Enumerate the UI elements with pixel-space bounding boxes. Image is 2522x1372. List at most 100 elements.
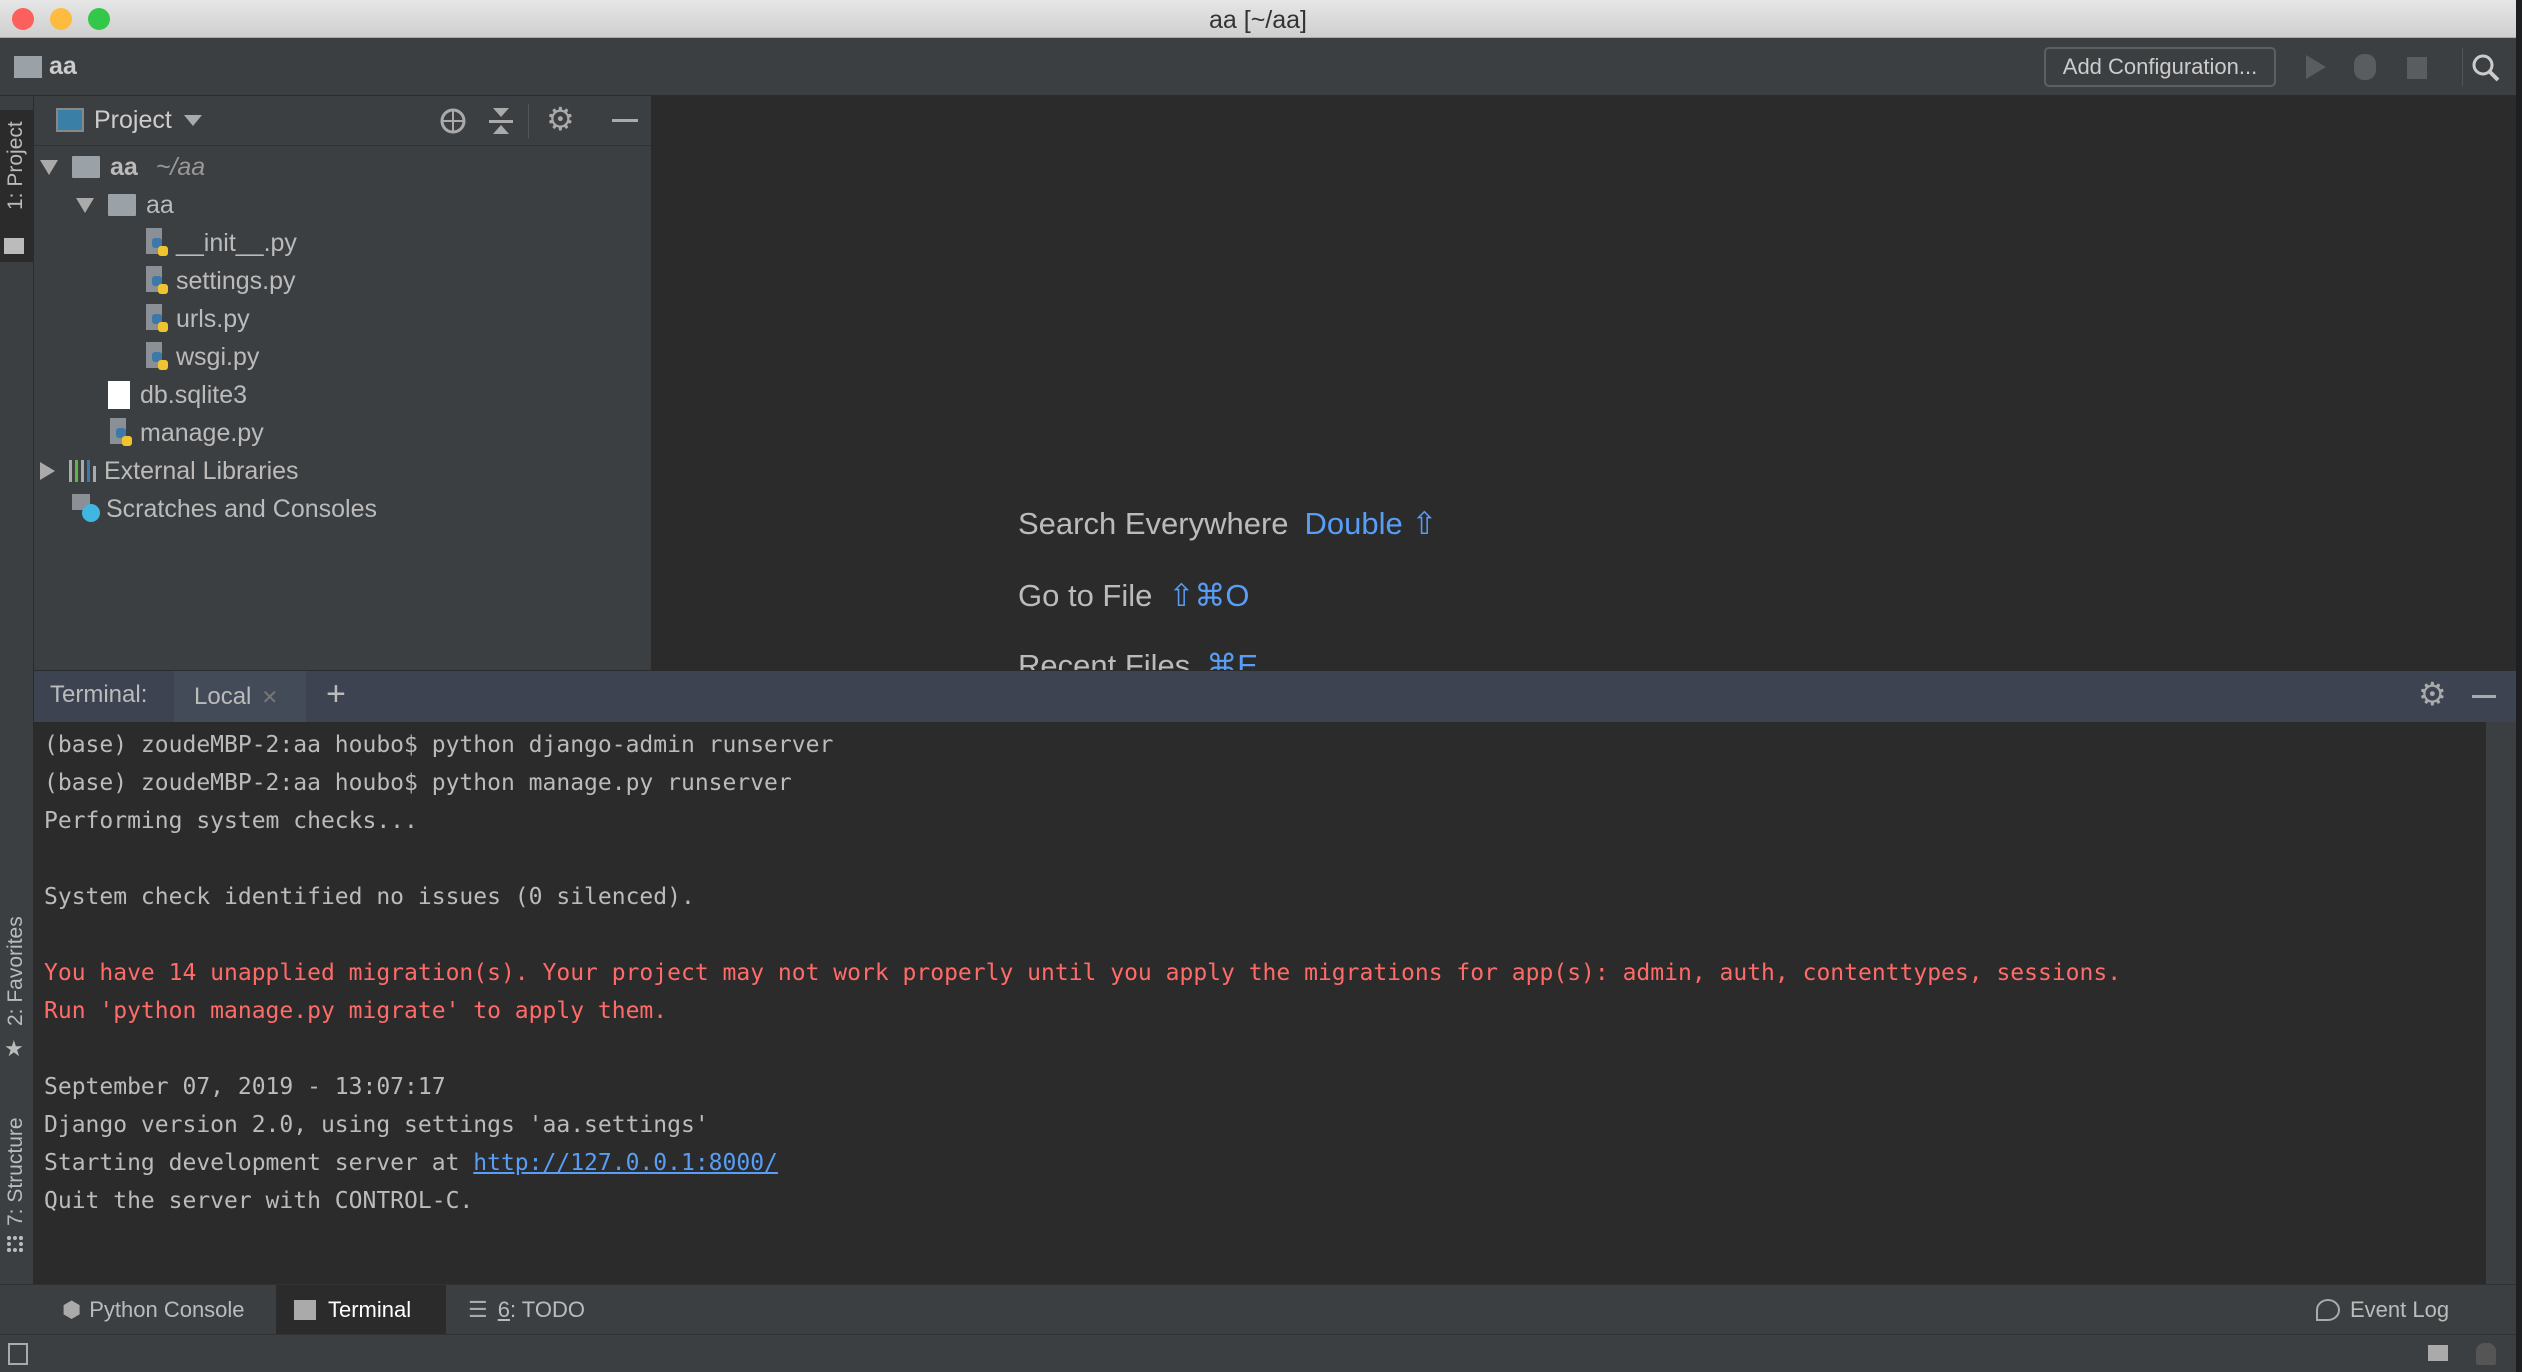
todo-tab[interactable]: ☰ 6: TODO	[450, 1285, 603, 1335]
folder-icon	[72, 156, 100, 178]
tree-item-label: __init__.py	[176, 228, 297, 257]
expand-arrow-icon[interactable]	[76, 197, 94, 213]
terminal-line-text: (base) zoudeMBP-2:aa houbo$ python djang…	[44, 732, 834, 758]
terminal-line-text: (base) zoudeMBP-2:aa houbo$ python manag…	[44, 770, 792, 796]
tree-item-label: aa	[110, 152, 138, 181]
terminal-line: Performing system checks...	[44, 802, 418, 840]
tree-item[interactable]: Scratches and Consoles	[40, 490, 377, 528]
expand-arrow-icon[interactable]	[40, 159, 58, 175]
project-view-icon	[56, 108, 84, 132]
python-file-icon	[144, 266, 170, 296]
terminal-icon	[294, 1300, 316, 1320]
stop-icon[interactable]	[2407, 57, 2427, 79]
project-view-dropdown[interactable]: Project	[94, 106, 202, 135]
hide-terminal-icon[interactable]	[2472, 695, 2496, 698]
collapse-all-icon[interactable]	[488, 106, 514, 136]
terminal-line: System check identified no issues (0 sil…	[44, 878, 695, 916]
tree-item-label: settings.py	[176, 266, 296, 295]
terminal-tab-bar: Terminal: Local ✕ + ⚙	[34, 670, 2516, 723]
tree-item[interactable]: manage.py	[76, 414, 264, 452]
todo-mnemonic: 6	[497, 1297, 510, 1322]
terminal-line: Django version 2.0, using settings 'aa.s…	[44, 1106, 709, 1144]
hint-label: Search Everywhere	[1018, 506, 1289, 541]
tab-local-label: Local	[194, 683, 252, 710]
tree-item-label: db.sqlite3	[140, 380, 248, 409]
tree-item-label: aa	[146, 190, 174, 219]
favorites-tool-button[interactable]: 2: Favorites ★	[0, 906, 33, 1076]
server-url-link[interactable]: http://127.0.0.1:8000/	[473, 1150, 778, 1176]
hint-search-everywhere: Search Everywhere Double ⇧	[1018, 506, 1437, 542]
speech-bubble-icon	[2316, 1299, 2340, 1321]
event-log-label: Event Log	[2350, 1297, 2450, 1322]
tree-item[interactable]: aa ~/aa	[40, 148, 205, 186]
terminal-line-text: Django version 2.0, using settings 'aa.s…	[44, 1112, 709, 1138]
terminal-line: Run 'python manage.py migrate' to apply …	[44, 992, 667, 1030]
python-file-icon	[144, 228, 170, 258]
breadcrumb-project[interactable]: aa	[49, 52, 77, 81]
hint-label: Go to File	[1018, 578, 1153, 613]
terminal-line-text: Starting development server at	[44, 1150, 474, 1176]
structure-tool-button[interactable]: 7: Structure	[0, 1096, 33, 1266]
hint-shortcut: ⇧⌘O	[1168, 578, 1250, 613]
locate-icon[interactable]	[438, 106, 468, 136]
close-tab-icon[interactable]: ✕	[261, 685, 278, 710]
hint-recent-files: Recent Files ⌘E	[1018, 648, 1258, 670]
project-tool-button[interactable]: 1: Project	[0, 110, 33, 262]
favorites-tool-label: 2: Favorites	[4, 916, 27, 1026]
file-icon	[108, 381, 130, 409]
terminal-line: Quit the server with CONTROL-C.	[44, 1182, 473, 1220]
left-tool-stripe: 1: Project 2: Favorites ★ 7: Structure	[0, 96, 34, 1284]
navigation-toolbar: aa Add Configuration...	[0, 38, 2516, 96]
search-icon[interactable]	[2470, 52, 2502, 84]
new-session-button[interactable]: +	[326, 675, 346, 714]
terminal-line: September 07, 2019 - 13:07:17	[44, 1068, 446, 1106]
status-bar	[0, 1334, 2516, 1372]
structure-icon	[7, 1236, 23, 1252]
terminal-tab[interactable]: Terminal	[276, 1285, 446, 1335]
toolbar-divider	[2462, 48, 2463, 86]
project-panel: Project ⚙ aa ~/aa aa __init__.py settings.py…	[34, 96, 652, 670]
terminal-line-text: Quit the server with CONTROL-C.	[44, 1188, 474, 1214]
hide-panel-icon[interactable]	[612, 119, 638, 122]
python-icon: ⬢	[62, 1297, 82, 1322]
todo-label: : TODO	[509, 1297, 585, 1322]
tree-item-path: ~/aa	[155, 152, 206, 181]
terminal-line: (base) zoudeMBP-2:aa houbo$ python djang…	[44, 726, 833, 764]
terminal-line: (base) zoudeMBP-2:aa houbo$ python manag…	[44, 764, 792, 802]
tree-item-label: wsgi.py	[176, 342, 260, 371]
collapse-arrow-icon[interactable]	[40, 462, 55, 480]
title-bar: aa [~/aa]	[0, 0, 2516, 38]
add-configuration-button[interactable]: Add Configuration...	[2044, 47, 2276, 87]
inspector-icon[interactable]	[2476, 1343, 2496, 1365]
terminal-line: You have 14 unapplied migration(s). Your…	[44, 954, 2121, 992]
tree-item[interactable]: aa	[76, 186, 174, 224]
python-console-tab[interactable]: ⬢ Python Console	[44, 1285, 263, 1335]
toggle-tool-windows-icon[interactable]	[8, 1343, 28, 1365]
tree-item-label: Scratches and Consoles	[106, 494, 377, 523]
gear-icon[interactable]: ⚙	[546, 100, 575, 138]
project-tool-label: 1: Project	[4, 121, 27, 210]
terminal-line: Starting development server at http://12…	[44, 1144, 778, 1182]
run-icon[interactable]	[2306, 55, 2326, 79]
debug-icon[interactable]	[2354, 54, 2376, 80]
tree-item[interactable]: __init__.py	[112, 224, 297, 262]
tab-local[interactable]: Local ✕	[174, 671, 306, 723]
gear-icon[interactable]: ⚙	[2418, 675, 2447, 713]
editor-empty-area[interactable]: Search Everywhere Double ⇧ Go to File ⇧⌘O …	[652, 96, 2516, 670]
structure-tool-label: 7: Structure	[4, 1117, 27, 1226]
terminal-line-text: You have 14 unapplied migration(s). Your…	[44, 960, 2122, 986]
terminal-output[interactable]: (base) zoudeMBP-2:aa houbo$ python djang…	[34, 722, 2486, 1284]
tree-item[interactable]: settings.py	[112, 262, 296, 300]
event-log-tab[interactable]: Event Log	[2298, 1285, 2467, 1335]
hint-label: Recent Files	[1018, 648, 1191, 670]
unlock-icon[interactable]	[2428, 1345, 2448, 1361]
tree-item[interactable]: wsgi.py	[112, 338, 259, 376]
header-divider	[528, 104, 529, 138]
tree-item[interactable]: db.sqlite3	[76, 376, 247, 414]
terminal-line-text: Run 'python manage.py migrate' to apply …	[44, 998, 668, 1024]
tree-item-label: External Libraries	[104, 456, 299, 485]
terminal-scrollbar[interactable]	[2486, 722, 2516, 1284]
tree-item[interactable]: External Libraries	[40, 452, 299, 490]
chevron-down-icon	[183, 115, 202, 126]
tree-item[interactable]: urls.py	[112, 300, 250, 338]
